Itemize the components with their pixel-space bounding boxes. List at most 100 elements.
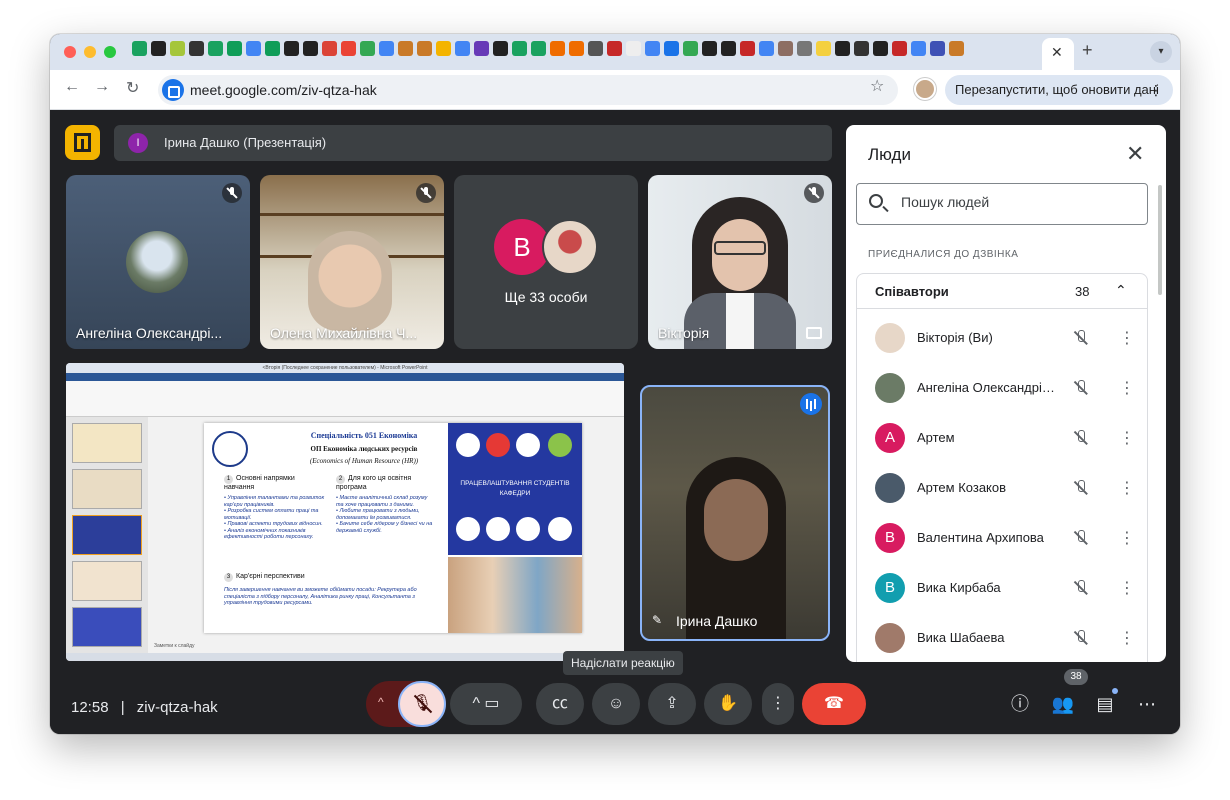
people-icon[interactable]: 👥 [1050,691,1076,717]
collapse-chevron-icon[interactable]: ⌃ [1115,282,1127,299]
active-tab[interactable]: ✕ [1042,38,1074,70]
more-options-button[interactable]: ⋮ [762,683,794,725]
tab-search-button[interactable]: ▾ [1150,41,1172,63]
browser-menu-icon[interactable]: ⋮ [1149,75,1163,105]
pin-icon[interactable]: ✎ [652,613,662,627]
tab-favicon[interactable] [227,41,242,56]
maximize-window-button[interactable] [104,46,116,58]
tab-favicon[interactable] [816,41,831,56]
tab-favicon[interactable] [740,41,755,56]
more-vert-icon[interactable]: ⋮ [1119,528,1135,548]
more-vert-icon[interactable]: ⋮ [1119,428,1135,448]
more-vert-icon[interactable]: ⋮ [1119,328,1135,348]
forward-icon[interactable]: → [94,78,110,96]
tab-favicon[interactable] [835,41,850,56]
reactions-button[interactable]: ☺ [592,683,640,725]
tab-favicon[interactable] [531,41,546,56]
captions-button[interactable]: ㏄ [536,683,584,725]
reload-icon[interactable]: ↻ [126,78,139,98]
participant-row[interactable]: B Вика Кирбаба ⋮ [857,564,1149,614]
more-vert-icon[interactable]: ⋮ [1119,578,1135,598]
tab-favicon[interactable] [702,41,717,56]
participant-row[interactable]: B Валентина Архипова ⋮ [857,514,1149,564]
close-icon[interactable]: ✕ [1126,141,1144,167]
tab-favicon[interactable] [360,41,375,56]
tab-favicon[interactable] [607,41,622,56]
mic-off-icon[interactable] [1073,330,1089,346]
tab-favicon[interactable] [189,41,204,56]
more-vert-icon[interactable]: ⋮ [1119,628,1135,648]
participant-tile[interactable]: Вікторія [648,175,832,349]
tab-favicon[interactable] [626,41,641,56]
mic-off-icon[interactable] [1073,630,1089,646]
tab-favicon[interactable] [265,41,280,56]
tab-favicon[interactable] [778,41,793,56]
participant-tile[interactable]: Ангеліна Олександрі... [66,175,250,349]
tab-favicon[interactable] [949,41,964,56]
minimize-window-button[interactable] [84,46,96,58]
tab-favicon[interactable] [911,41,926,56]
tab-favicon[interactable] [170,41,185,56]
profile-avatar[interactable] [914,78,936,100]
mic-off-icon[interactable] [1073,580,1089,596]
relaunch-update-button[interactable]: Перезапустити, щоб оновити дані ⋮ [945,75,1173,105]
info-icon[interactable]: ⓘ [1007,691,1033,717]
tab-favicon[interactable] [512,41,527,56]
activities-grid-icon[interactable]: ⋯ [1134,691,1160,717]
tab-favicon[interactable] [398,41,413,56]
participant-row[interactable]: Артем Козаков ⋮ [857,464,1149,514]
tab-favicon[interactable] [436,41,451,56]
tab-favicon[interactable] [474,41,489,56]
tab-favicon[interactable] [721,41,736,56]
search-input[interactable] [901,194,1131,210]
people-search[interactable] [856,183,1148,225]
active-speaker-tile[interactable]: ✎ Ірина Дашко [640,385,830,641]
camera-toggle-button[interactable]: ^ ▭ [450,683,522,725]
new-tab-button[interactable]: + [1082,40,1093,61]
more-vert-icon[interactable]: ⋮ [1119,378,1135,398]
present-screen-button[interactable]: ⇪ [648,683,696,725]
tab-favicon[interactable] [930,41,945,56]
participant-row[interactable]: Ангеліна Олександрів... ⋮ [857,364,1149,414]
tab-favicon[interactable] [854,41,869,56]
mic-off-icon[interactable] [1073,430,1089,446]
tab-favicon[interactable] [246,41,261,56]
more-participants-tile[interactable]: B Ще 33 особи [454,175,638,349]
tab-favicon[interactable] [873,41,888,56]
participant-row[interactable]: Вікторія (Ви) ⋮ [857,314,1149,364]
back-icon[interactable]: ← [64,78,80,96]
presentation-icon[interactable] [65,125,100,160]
tab-favicon[interactable] [759,41,774,56]
tab-favicon[interactable] [797,41,812,56]
scrollbar[interactable] [1158,185,1162,295]
mic-off-icon[interactable] [1073,380,1089,396]
tab-favicon[interactable] [208,41,223,56]
close-window-button[interactable] [64,46,76,58]
microphone-toggle-button[interactable]: 🎙 [398,681,446,727]
tab-favicon[interactable] [303,41,318,56]
tab-favicon[interactable] [588,41,603,56]
more-vert-icon[interactable]: ⋮ [1119,478,1135,498]
leave-call-button[interactable]: ☎ [802,683,866,725]
address-bar[interactable]: meet.google.com/ziv-qtza-hak [158,75,898,105]
tab-favicon[interactable] [550,41,565,56]
tab-favicon[interactable] [151,41,166,56]
raise-hand-button[interactable]: ✋ [704,683,752,725]
tab-favicon[interactable] [892,41,907,56]
picture-in-picture-icon[interactable] [806,327,822,339]
tab-favicon[interactable] [379,41,394,56]
tab-favicon[interactable] [132,41,147,56]
tab-favicon[interactable] [322,41,337,56]
tab-favicon[interactable] [493,41,508,56]
tab-favicon[interactable] [683,41,698,56]
tab-favicon[interactable] [341,41,356,56]
tab-favicon[interactable] [645,41,660,56]
mic-off-icon[interactable] [1073,480,1089,496]
participant-row[interactable]: A Артем ⋮ [857,414,1149,464]
shared-screen[interactable]: <Вторія (Последнее сохранение пользовате… [66,363,624,661]
participant-tile[interactable]: Олена Михайлівна Ч... [260,175,444,349]
url-text[interactable]: meet.google.com/ziv-qtza-hak [190,82,377,98]
bookmark-star-icon[interactable]: ☆ [870,76,884,96]
tab-favicon[interactable] [417,41,432,56]
tab-favicon[interactable] [664,41,679,56]
